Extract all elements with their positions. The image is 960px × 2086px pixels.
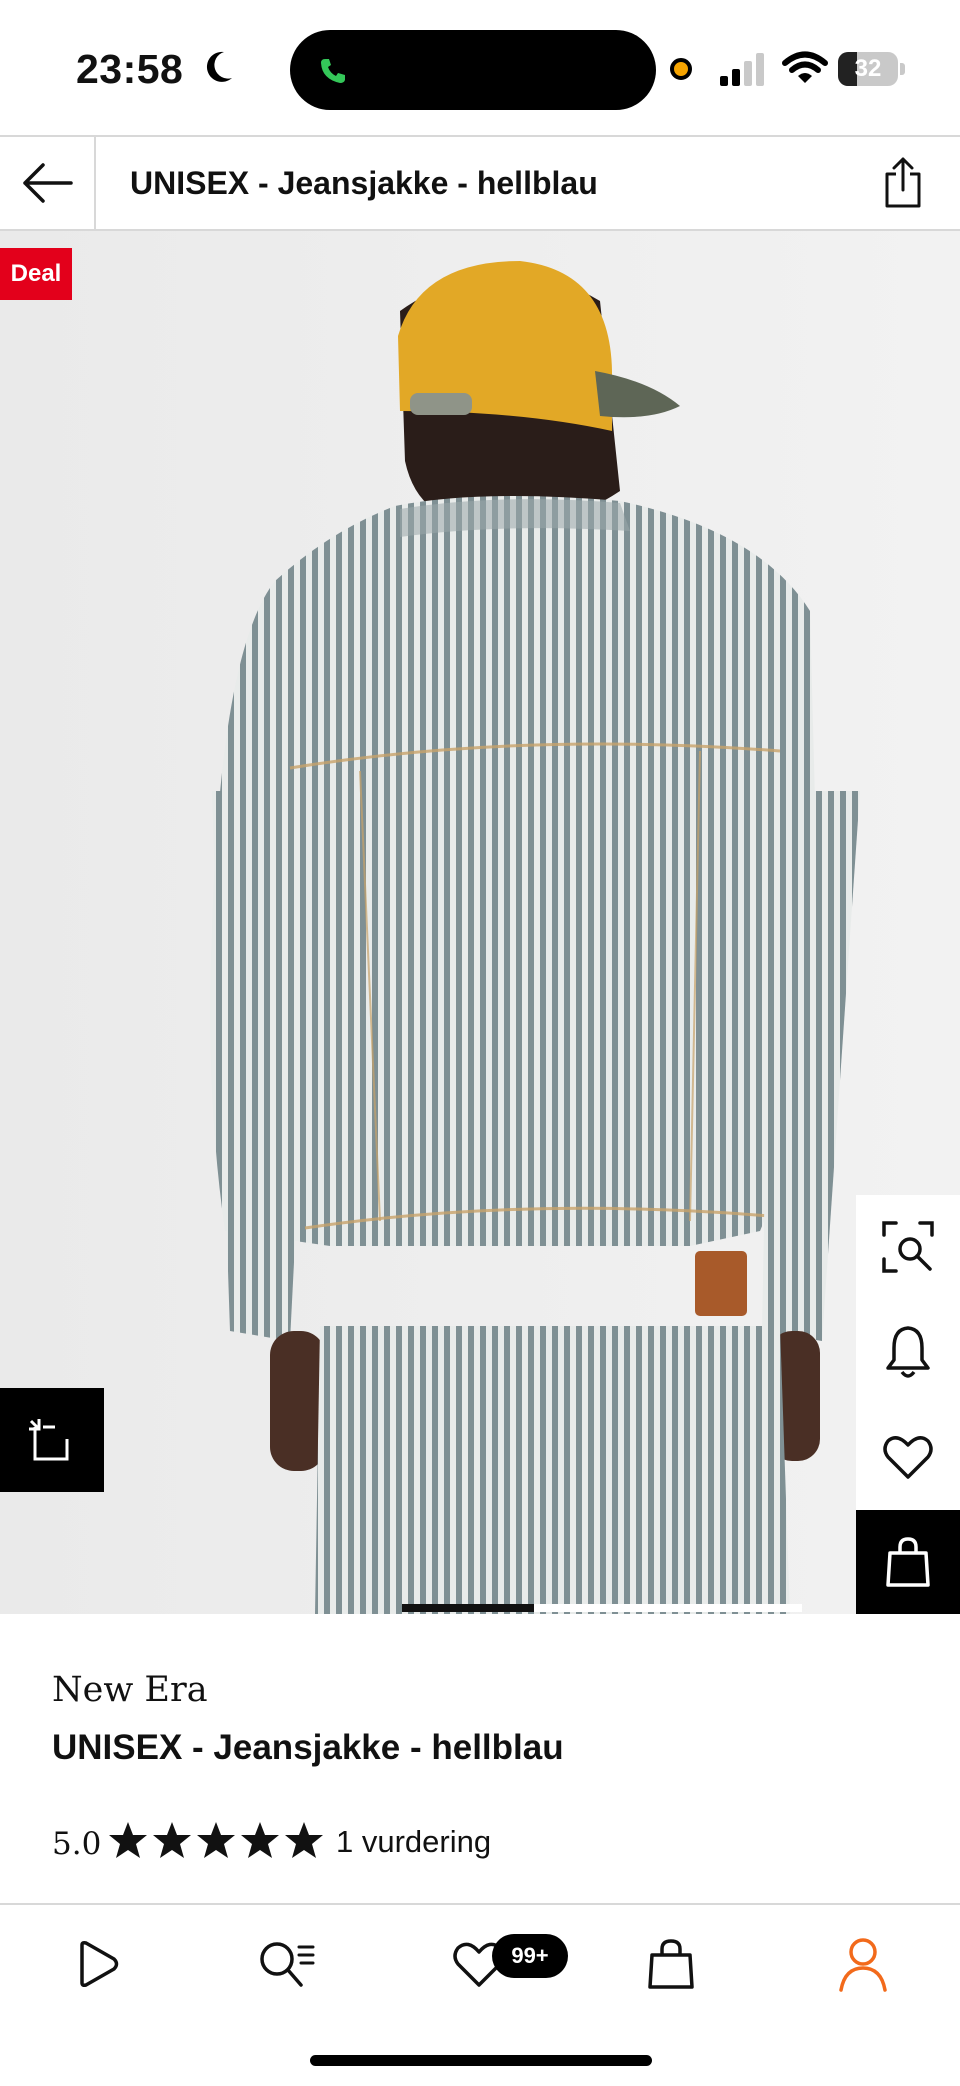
size-fit-button[interactable] — [0, 1388, 104, 1492]
product-image-actions — [856, 1195, 960, 1614]
price-alert-button[interactable] — [856, 1300, 960, 1404]
rating-stars[interactable] — [108, 1820, 324, 1860]
gallery-pager[interactable] — [402, 1604, 802, 1612]
star-icon — [285, 1822, 323, 1858]
star-icon — [153, 1822, 191, 1858]
home-indicator[interactable] — [310, 2055, 652, 2066]
share-button[interactable] — [870, 149, 936, 215]
wifi-icon — [782, 51, 828, 83]
battery-level: 32 — [854, 55, 882, 82]
nav-search[interactable] — [252, 1929, 322, 1999]
moon-icon — [206, 51, 232, 82]
arrow-left-icon — [23, 163, 73, 203]
top-app-bar: UNISEX - Jeansjakke - hellblau — [0, 135, 960, 231]
status-time: 23:58 — [76, 46, 184, 92]
wishlist-count-badge: 99+ — [492, 1934, 568, 1978]
header-title: UNISEX - Jeansjakke - hellblau — [130, 165, 598, 201]
search-icon — [260, 1942, 315, 1987]
visual-search-button[interactable] — [856, 1195, 960, 1299]
gallery-pager-active — [402, 1604, 534, 1612]
battery-icon: 32 — [838, 52, 906, 88]
product-photo — [0, 231, 960, 1614]
product-name: UNISEX - Jeansjakke - hellblau — [52, 1728, 564, 1767]
star-icon — [197, 1822, 235, 1858]
bag-icon — [648, 1939, 694, 1989]
bell-icon — [886, 1326, 930, 1378]
deal-badge: Deal — [0, 248, 72, 300]
back-button[interactable] — [0, 137, 96, 229]
star-icon — [109, 1822, 147, 1858]
wishlist-button[interactable] — [856, 1405, 960, 1509]
product-image[interactable] — [0, 231, 960, 1614]
product-brand[interactable]: New Era — [52, 1670, 208, 1710]
bag-icon — [886, 1537, 930, 1587]
nav-discover[interactable] — [62, 1929, 132, 1999]
add-to-bag-button[interactable] — [856, 1510, 960, 1614]
share-icon — [885, 157, 921, 208]
review-count[interactable]: 1 vurdering — [336, 1824, 491, 1860]
signal-icon — [720, 53, 764, 86]
rating-value: 5.0 — [52, 1826, 102, 1862]
nav-bag[interactable] — [636, 1929, 706, 1999]
size-fit-icon — [29, 1419, 69, 1461]
play-icon — [80, 1941, 119, 1987]
phone-icon — [321, 59, 345, 83]
nav-account[interactable] — [828, 1929, 898, 1999]
user-icon — [839, 1938, 887, 1992]
visual-search-icon — [882, 1221, 934, 1273]
recording-dot-icon — [670, 58, 692, 80]
star-icon — [241, 1822, 279, 1858]
heart-icon — [883, 1436, 933, 1479]
